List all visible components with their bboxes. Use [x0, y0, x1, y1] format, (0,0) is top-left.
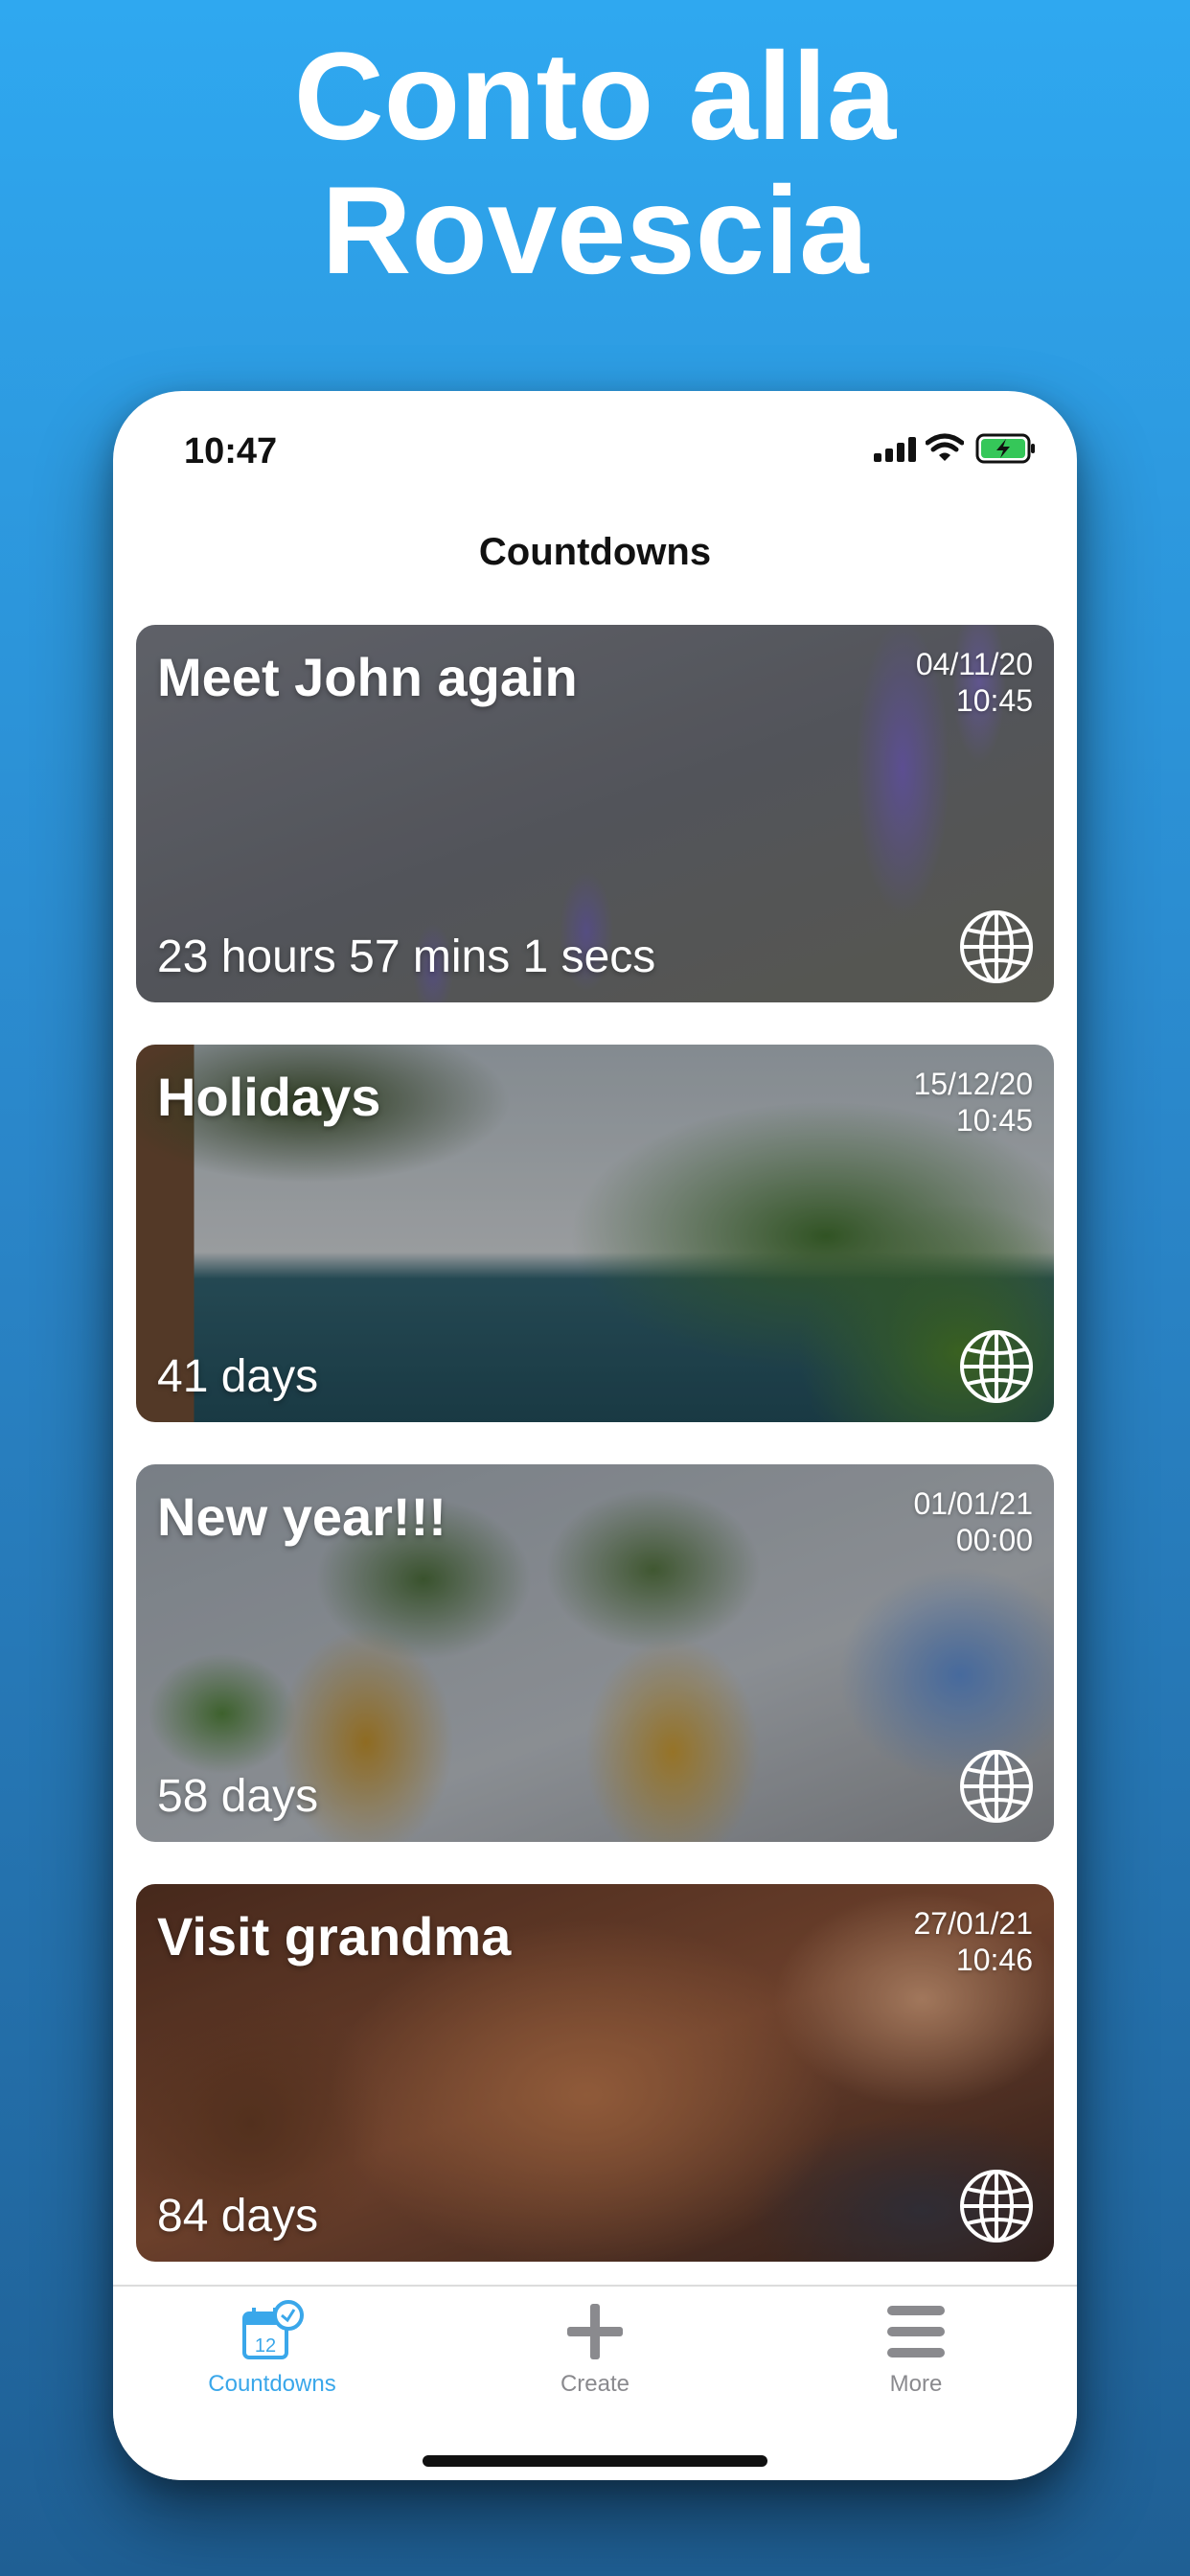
countdown-title: Visit grandma: [157, 1906, 512, 1966]
status-time: 10:47: [184, 431, 278, 472]
globe-icon[interactable]: [958, 908, 1035, 985]
countdown-remaining: 58 days: [157, 1771, 319, 1822]
countdown-date-day: 04/11/20: [915, 647, 1033, 681]
countdown-date: 01/01/21 00:00: [913, 1485, 1033, 1558]
status-bar: 10:47: [113, 391, 1077, 506]
countdown-title: Meet John again: [157, 647, 578, 707]
tab-countdowns[interactable]: 12 Countdowns: [176, 2298, 368, 2398]
countdown-card[interactable]: Visit grandma 27/01/21 10:46 84 days: [136, 1884, 1054, 2262]
tab-label: Create: [560, 2371, 630, 2397]
countdown-date: 04/11/20 10:45: [916, 646, 1033, 719]
page-title: Countdowns: [478, 531, 712, 573]
promo-headline: Conto alla Rovescia: [0, 29, 1190, 297]
tab-label: More: [889, 2371, 943, 2397]
countdown-date-day: 01/01/21: [913, 1486, 1033, 1521]
countdown-card[interactable]: New year!!! 01/01/21 00:00 58 days: [136, 1464, 1054, 1842]
countdown-card[interactable]: Meet John again 04/11/20 10:45 23 hours …: [136, 625, 1054, 1002]
countdown-date-time: 10:46: [955, 1943, 1033, 1977]
headline-line-1: Conto alla: [293, 26, 897, 166]
countdown-remaining: 84 days: [157, 2191, 319, 2242]
wifi-icon: [926, 433, 964, 461]
tab-bar: 12 Countdowns Create More: [113, 2285, 1077, 2480]
countdown-card[interactable]: Holidays 15/12/20 10:45 41 days: [136, 1045, 1054, 1422]
countdown-title: New year!!!: [157, 1486, 446, 1547]
phone-screen: 10:47 Countdowns Meet John again 04/11/2…: [113, 391, 1077, 2480]
countdown-date-day: 27/01/21: [913, 1906, 1033, 1941]
headline-line-2: Rovescia: [321, 160, 869, 300]
plus-icon: [567, 2304, 623, 2359]
countdown-date-day: 15/12/20: [913, 1067, 1033, 1101]
countdown-title: Holidays: [157, 1067, 381, 1127]
globe-icon[interactable]: [958, 2168, 1035, 2244]
home-indicator[interactable]: [423, 2455, 767, 2467]
menu-icon: [887, 2306, 945, 2358]
tab-more[interactable]: More: [820, 2298, 1012, 2398]
battery-charging-icon: [975, 433, 1035, 464]
globe-icon[interactable]: [958, 1328, 1035, 1405]
calendar-number: 12: [255, 2335, 276, 2357]
cellular-signal-icon: [874, 437, 916, 462]
tab-create[interactable]: Create: [499, 2298, 691, 2398]
tab-label: Countdowns: [208, 2371, 336, 2397]
countdown-date-time: 10:45: [955, 683, 1033, 718]
countdown-date-time: 10:45: [955, 1103, 1033, 1138]
countdown-date: 27/01/21 10:46: [913, 1905, 1033, 1978]
countdown-date-time: 00:00: [955, 1523, 1033, 1557]
calendar-clock-icon: 12: [242, 2300, 304, 2359]
countdown-remaining: 41 days: [157, 1351, 319, 1402]
globe-icon[interactable]: [958, 1748, 1035, 1825]
countdown-date: 15/12/20 10:45: [913, 1066, 1033, 1138]
countdown-remaining: 23 hours 57 mins 1 secs: [157, 932, 656, 982]
